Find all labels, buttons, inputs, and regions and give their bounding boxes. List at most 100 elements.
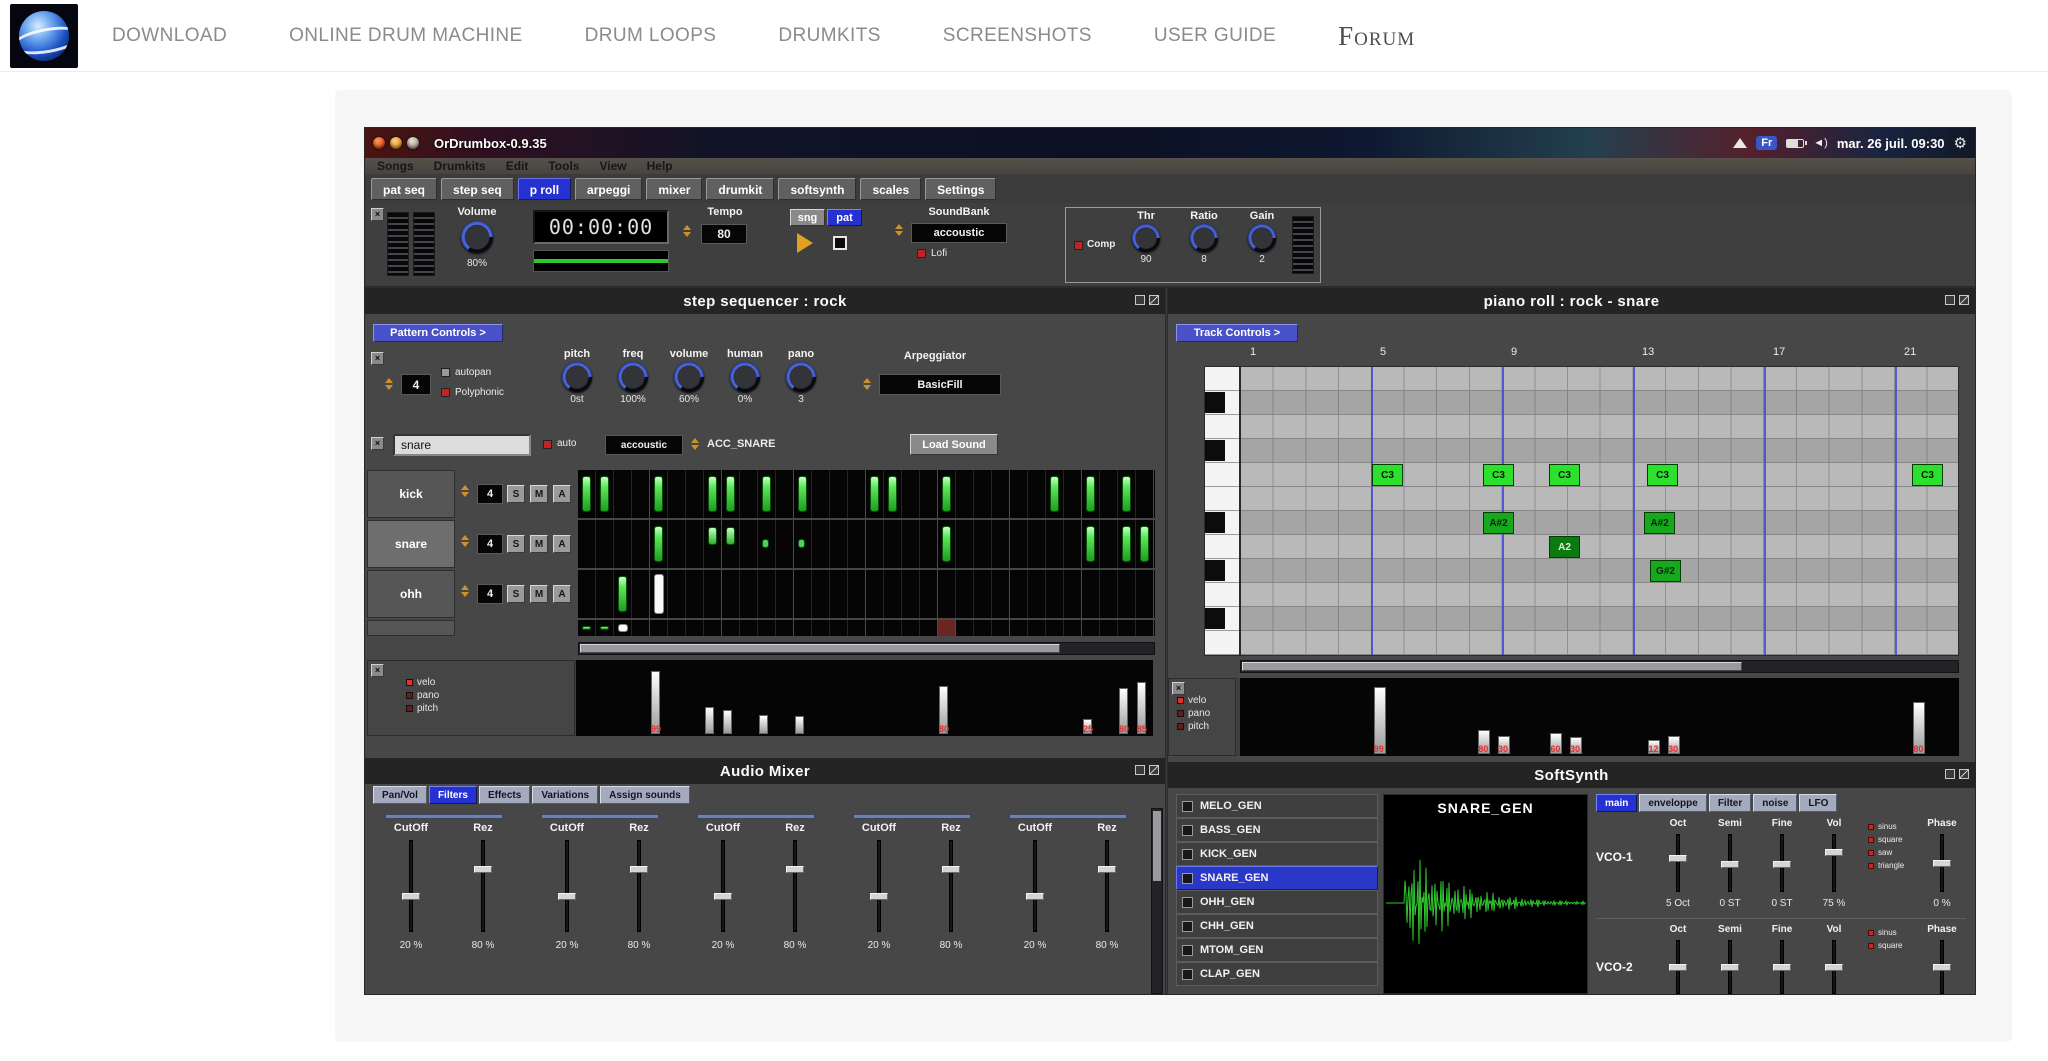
piano-roll-row-a2[interactable] (1241, 535, 1958, 559)
vco-1-wave-square[interactable]: square (1868, 835, 1902, 844)
vco-1-phase-slider[interactable] (1933, 834, 1951, 892)
lofi-checkbox[interactable] (917, 249, 926, 258)
piano-roll-row-g2[interactable] (1241, 583, 1958, 607)
piano-roll-row-d3[interactable] (1241, 415, 1958, 439)
menu-drumkits[interactable]: Drumkits (434, 159, 486, 173)
slider-thumb[interactable] (402, 893, 420, 900)
track-a-button[interactable]: A (553, 485, 571, 503)
tab-drumkit[interactable]: drumkit (706, 178, 775, 200)
piano-note-c3[interactable]: C3 (1549, 464, 1580, 486)
velocity-bars[interactable]: 99 80 25 80 85 (576, 660, 1153, 736)
spinner-down-icon[interactable] (895, 231, 903, 236)
step-note[interactable] (726, 527, 735, 545)
play-button[interactable] (797, 233, 813, 253)
step-note[interactable] (1122, 476, 1131, 512)
panel-detach-icon[interactable] (1945, 295, 1955, 305)
panel-detach-icon[interactable] (1135, 295, 1145, 305)
track-close-button[interactable]: × (371, 437, 384, 450)
soundbank-spinner[interactable] (895, 224, 903, 236)
spinner-down-icon[interactable] (461, 542, 469, 547)
piano-roll-row-d-3[interactable] (1241, 391, 1958, 415)
step-note[interactable] (654, 526, 663, 562)
step-note[interactable] (798, 539, 805, 548)
velocity-close-button[interactable]: × (371, 664, 384, 677)
step-cells[interactable] (578, 620, 1155, 636)
piano-roll-row-b2[interactable] (1241, 487, 1958, 511)
stop-button[interactable] (833, 236, 847, 250)
spinner-up-icon[interactable] (691, 438, 699, 443)
vco-2-semi-slider[interactable] (1721, 940, 1739, 994)
spinner-up-icon[interactable] (863, 378, 871, 383)
tab-p-roll[interactable]: p roll (517, 178, 572, 200)
slider-thumb[interactable] (1669, 964, 1687, 971)
keyboard-layout-badge[interactable]: Fr (1756, 136, 1778, 150)
velocity-bar[interactable] (795, 716, 804, 734)
checkbox-icon[interactable] (1182, 944, 1193, 956)
track-length-value[interactable]: 4 (477, 584, 503, 604)
track-controls-button[interactable]: Track Controls > (1176, 324, 1298, 342)
velocity-bar[interactable] (705, 707, 714, 734)
track-length-spinner[interactable] (461, 585, 469, 597)
generator-kick-gen[interactable]: KICK_GEN (1176, 842, 1378, 866)
arpeggiator-spinner[interactable] (863, 378, 871, 390)
spinner-up-icon[interactable] (385, 378, 393, 383)
track-s-button[interactable]: S (507, 485, 525, 503)
step-note[interactable] (870, 476, 879, 512)
slider-track[interactable] (786, 840, 804, 932)
autopan-checkbox[interactable] (441, 368, 450, 377)
vco-1-wave-saw[interactable]: saw (1868, 848, 1892, 857)
window-maximize-icon[interactable] (407, 137, 419, 149)
slider-thumb[interactable] (474, 866, 492, 873)
piano-roll-row-c3[interactable] (1241, 463, 1958, 487)
step-cells[interactable] (578, 570, 1155, 618)
step-note[interactable] (762, 539, 769, 548)
checkbox-icon[interactable] (1182, 968, 1193, 980)
slider-track[interactable] (870, 840, 888, 932)
piano-note-c3[interactable]: C3 (1372, 464, 1403, 486)
generator-bass-gen[interactable]: BASS_GEN (1176, 818, 1378, 842)
panel-maximize-icon[interactable] (1959, 769, 1969, 779)
piano-key-g2[interactable] (1205, 583, 1239, 607)
knob-dial[interactable] (562, 362, 592, 392)
piano-roll-row-e3[interactable] (1241, 367, 1958, 391)
spinner-down-icon[interactable] (461, 592, 469, 597)
soundbank-value[interactable]: accoustic (911, 223, 1007, 243)
step-cells[interactable] (578, 520, 1155, 568)
step-cells[interactable] (578, 470, 1155, 518)
arpeggiator-value[interactable]: BasicFill (879, 374, 1001, 395)
track-m-button[interactable]: M (530, 585, 548, 603)
tab-arpeggi[interactable]: arpeggi (575, 178, 643, 200)
tab-mixer[interactable]: mixer (646, 178, 703, 200)
track-name-label[interactable]: kick (367, 470, 455, 518)
knob-dial[interactable] (786, 362, 816, 392)
mixer-tab-variations[interactable]: Variations (532, 786, 599, 804)
spinner-up-icon[interactable] (461, 585, 469, 590)
clock[interactable]: mar. 26 juil. 09:30 (1837, 136, 1945, 151)
checkbox-icon[interactable] (1182, 848, 1193, 860)
panel-maximize-icon[interactable] (1959, 295, 1969, 305)
panel-maximize-icon[interactable] (1149, 765, 1159, 775)
vco-1-vol-slider[interactable] (1825, 834, 1843, 892)
panel-detach-icon[interactable] (1945, 769, 1955, 779)
song-mode-button[interactable]: sng (790, 209, 825, 226)
tab-step-seq[interactable]: step seq (441, 178, 514, 200)
step-note[interactable] (708, 476, 717, 512)
menu-edit[interactable]: Edit (506, 159, 529, 173)
piano-note-g-2[interactable]: G#2 (1650, 560, 1681, 582)
step-sequencer-header[interactable]: step sequencer : rock (365, 288, 1165, 314)
vco-1-wave-sinus[interactable]: sinus (1868, 822, 1897, 831)
step-note[interactable] (942, 526, 951, 562)
piano-roll-row-f2[interactable] (1241, 631, 1958, 655)
window-titlebar[interactable]: OrDrumbox-0.9.35 Fr ◄) mar. 26 juil. 09:… (365, 128, 1975, 158)
knob-dial[interactable] (1248, 224, 1276, 252)
step-note[interactable] (888, 476, 897, 512)
generator-melo-gen[interactable]: MELO_GEN (1176, 794, 1378, 818)
pianoroll-scrollbar[interactable] (1240, 660, 1959, 673)
piano-note-a-2[interactable]: A#2 (1483, 512, 1514, 534)
scrollbar-thumb[interactable] (1242, 662, 1742, 671)
spinner-up-icon[interactable] (683, 225, 691, 230)
tempo-spinner[interactable] (683, 225, 691, 237)
synth-tab-filter[interactable]: Filter (1708, 794, 1752, 812)
velocity-bar[interactable] (759, 715, 768, 734)
tab-settings[interactable]: Settings (925, 178, 997, 200)
